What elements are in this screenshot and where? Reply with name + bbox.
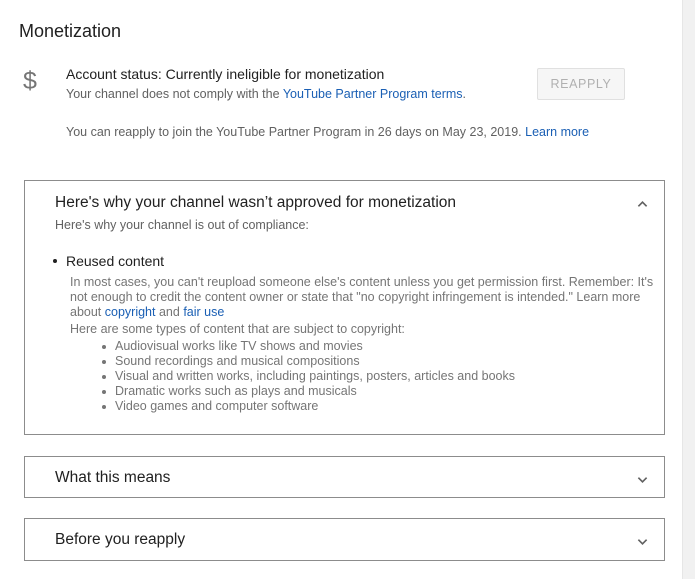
copyright-types-intro: Here are some types of content that are … bbox=[70, 322, 405, 336]
before-you-reapply-title[interactable]: Before you reapply bbox=[55, 531, 185, 549]
copyright-link[interactable]: copyright bbox=[105, 305, 156, 319]
what-this-means-title[interactable]: What this means bbox=[55, 469, 170, 487]
dollar-icon: $ bbox=[23, 67, 37, 95]
partner-program-terms-link[interactable]: YouTube Partner Program terms bbox=[283, 87, 463, 101]
reason-title: Reused content bbox=[66, 253, 165, 269]
list-item: Audiovisual works like TV shows and movi… bbox=[100, 339, 515, 354]
reason-description: In most cases, you can't reupload someon… bbox=[70, 275, 660, 320]
reason-description-text: In most cases, you can't reupload someon… bbox=[70, 275, 654, 319]
reapply-button[interactable]: REAPPLY bbox=[537, 68, 625, 100]
reason-item: Reused content bbox=[53, 253, 164, 269]
bullet-dot bbox=[53, 259, 57, 264]
compliance-prefix: Your channel does not comply with the bbox=[66, 87, 280, 101]
reapply-info-text: You can reapply to join the YouTube Part… bbox=[66, 125, 522, 139]
reapply-info: You can reapply to join the YouTube Part… bbox=[66, 125, 589, 139]
page-title: Monetization bbox=[19, 21, 122, 41]
and-text: and bbox=[158, 305, 180, 319]
list-item: Dramatic works such as plays and musical… bbox=[100, 384, 515, 399]
fair-use-link[interactable]: fair use bbox=[183, 305, 224, 319]
what-this-means-panel[interactable]: What this means bbox=[24, 456, 665, 498]
compliance-text: Your channel does not comply with the Yo… bbox=[66, 87, 466, 101]
compliance-suffix: . bbox=[462, 87, 467, 101]
approval-reason-panel-title[interactable]: Here's why your channel wasn’t approved … bbox=[55, 194, 456, 212]
copyright-types-list: Audiovisual works like TV shows and movi… bbox=[100, 339, 515, 414]
chevron-up-icon[interactable] bbox=[637, 199, 648, 210]
compliance-subtitle: Here's why your channel is out of compli… bbox=[55, 218, 309, 232]
list-item: Visual and written works, including pain… bbox=[100, 369, 515, 384]
learn-more-link[interactable]: Learn more bbox=[525, 125, 589, 139]
chevron-down-icon[interactable] bbox=[637, 536, 648, 547]
scrollbar[interactable] bbox=[682, 0, 695, 579]
account-status: Account status: Currently ineligible for… bbox=[66, 66, 385, 82]
list-item: Sound recordings and musical composition… bbox=[100, 354, 515, 369]
chevron-down-icon[interactable] bbox=[637, 474, 648, 485]
list-item: Video games and computer software bbox=[100, 399, 515, 414]
before-you-reapply-panel[interactable]: Before you reapply bbox=[24, 518, 665, 561]
approval-reason-panel: Here's why your channel wasn’t approved … bbox=[24, 180, 665, 435]
